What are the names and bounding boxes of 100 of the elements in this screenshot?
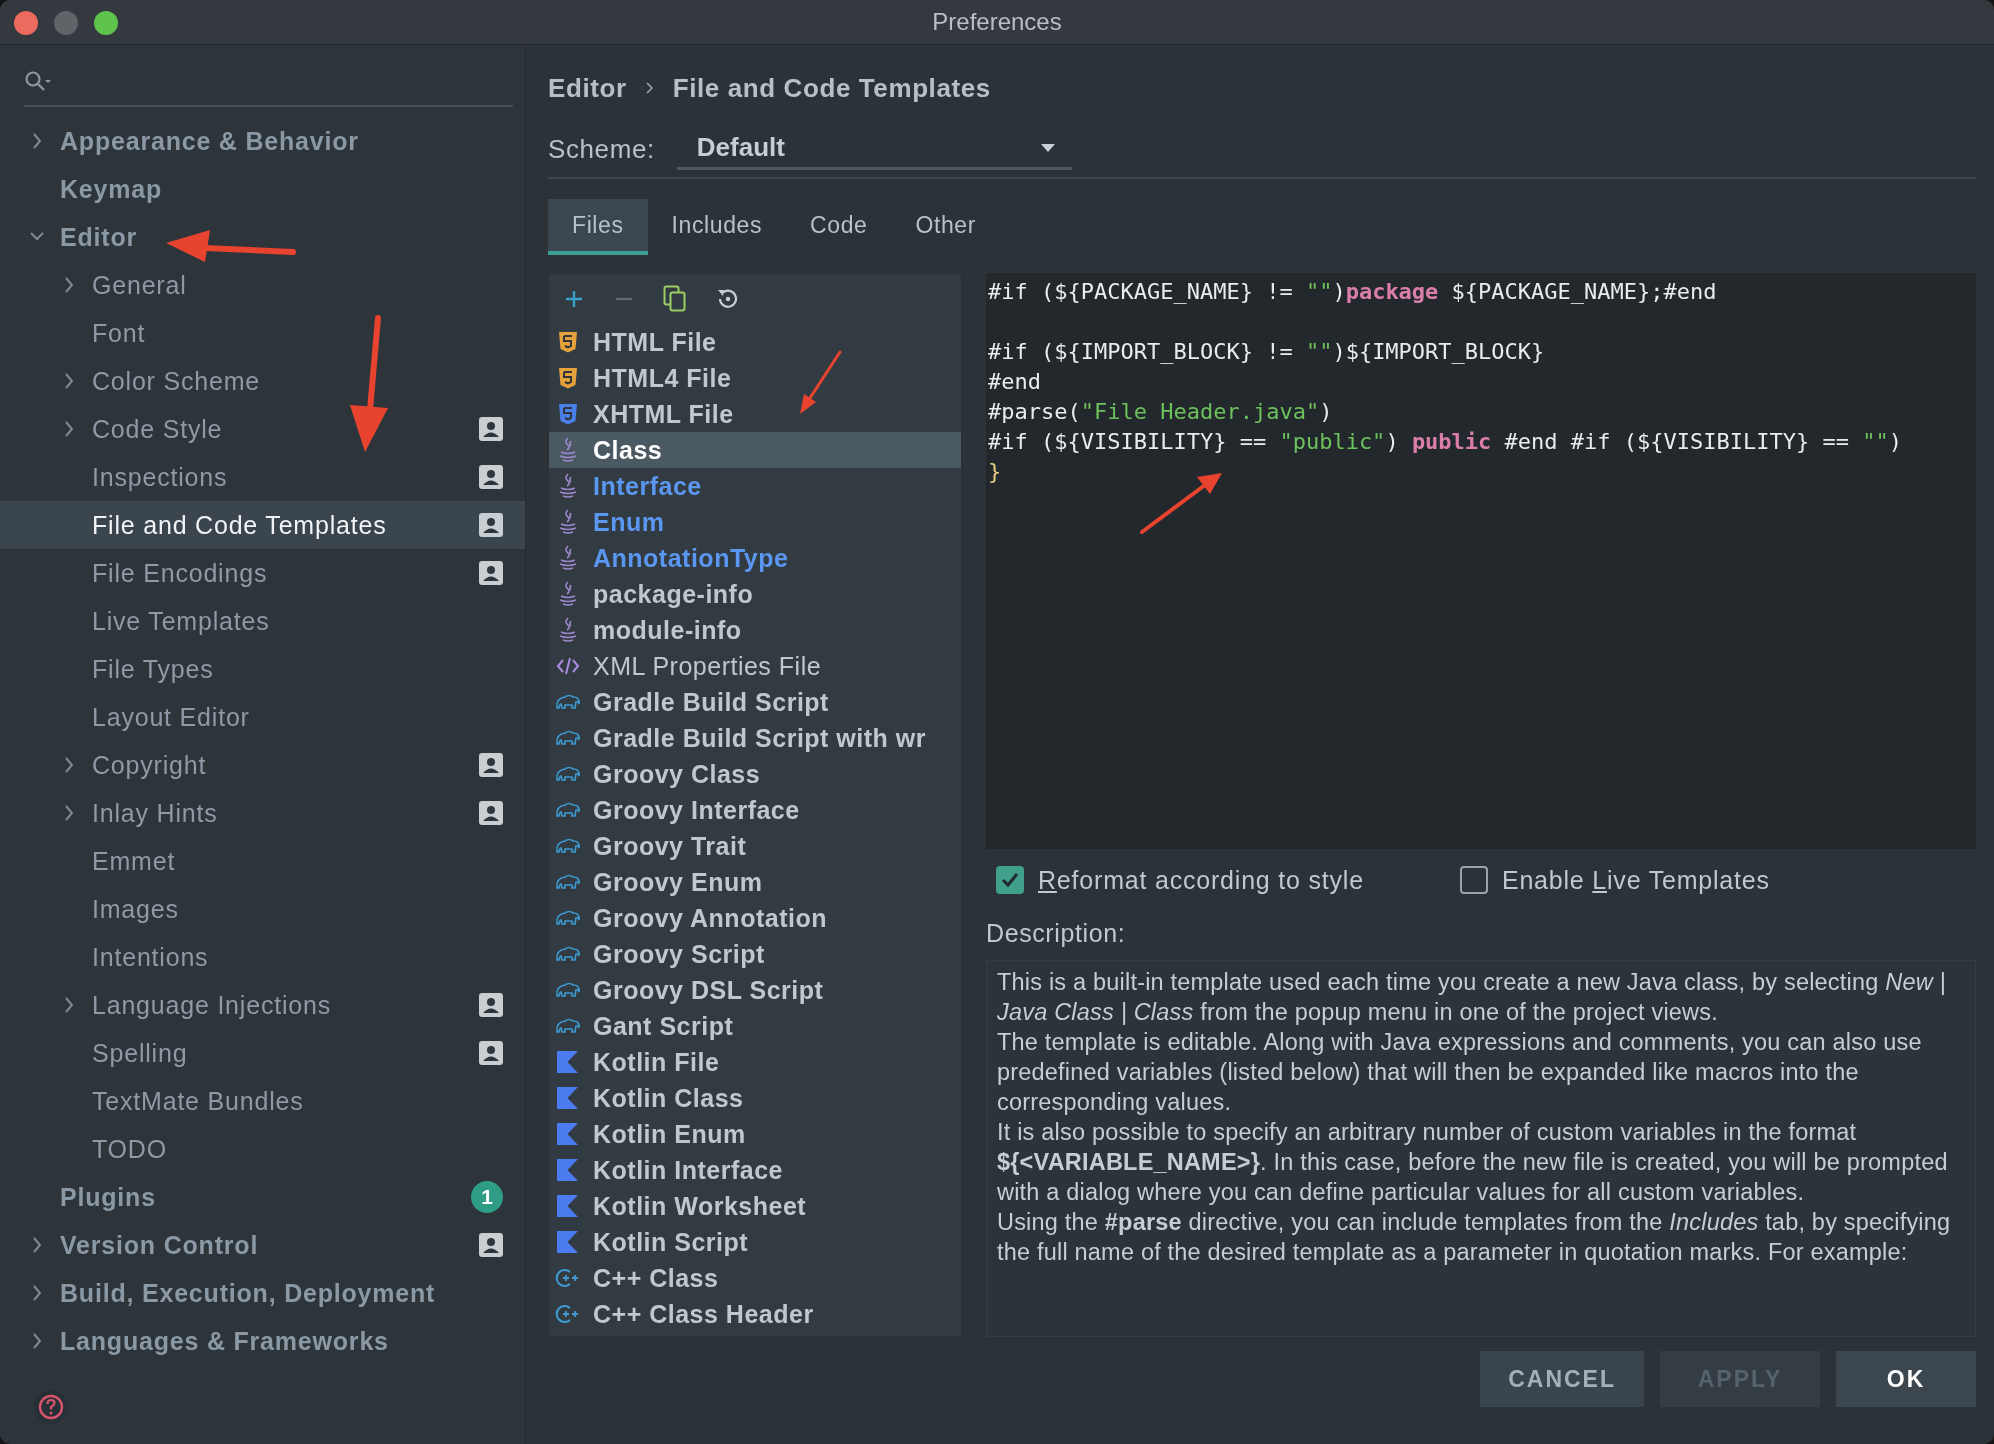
tree-item-label: Language Injections xyxy=(92,990,331,1020)
template-name: HTML4 File xyxy=(593,363,732,393)
settings-tree-item[interactable]: Intentions xyxy=(0,933,525,981)
template-name: Groovy Class xyxy=(593,759,761,789)
template-name: Kotlin Interface xyxy=(593,1155,783,1185)
close-button[interactable] xyxy=(14,11,38,35)
kotlin-logo-icon xyxy=(555,1231,581,1253)
settings-tree-item[interactable]: Inspections xyxy=(0,453,525,501)
description-label: Description: xyxy=(986,919,1127,948)
settings-tree-item[interactable]: Spelling xyxy=(0,1029,525,1077)
zoom-button[interactable] xyxy=(94,11,118,35)
settings-tree-item[interactable]: Version Control xyxy=(0,1221,525,1269)
dialog-button[interactable]: CANCEL xyxy=(1480,1351,1644,1407)
elephant-icon xyxy=(555,980,581,1000)
template-list-item[interactable]: Gant Script xyxy=(549,1008,961,1044)
template-list-item[interactable]: C++ Class Header xyxy=(549,1296,961,1332)
template-list-item[interactable]: Groovy Trait xyxy=(549,828,961,864)
chevron-icon xyxy=(644,81,655,95)
tree-item-label: Inspections xyxy=(92,462,228,492)
settings-tree-item[interactable]: Font xyxy=(0,309,525,357)
template-list-item[interactable]: AnnotationType xyxy=(549,540,961,576)
code-editor[interactable] xyxy=(986,273,1976,849)
template-name: Kotlin File xyxy=(593,1047,720,1077)
kotlin-logo-icon xyxy=(555,1087,581,1109)
template-name: Groovy Annotation xyxy=(593,903,827,933)
template-list-item[interactable]: package-info xyxy=(549,576,961,612)
settings-tree-item[interactable]: TextMate Bundles xyxy=(0,1077,525,1125)
kotlin-logo-icon xyxy=(555,1159,581,1181)
dialog-button[interactable]: OK xyxy=(1836,1351,1976,1407)
template-list-item[interactable]: Class xyxy=(549,432,961,468)
settings-tree-item[interactable]: File Types xyxy=(0,645,525,693)
kotlin-logo-icon xyxy=(555,1123,581,1145)
minimize-button[interactable] xyxy=(54,11,78,35)
annotation-arrow xyxy=(800,350,842,414)
tab[interactable]: Files xyxy=(548,199,648,255)
template-name: Kotlin Class xyxy=(593,1083,744,1113)
settings-tree-item[interactable]: Language Injections xyxy=(0,981,525,1029)
settings-tree-item[interactable]: Emmet xyxy=(0,837,525,885)
checkbox[interactable] xyxy=(996,866,1024,894)
add-icon[interactable] xyxy=(563,288,585,310)
template-list-item[interactable]: module-info xyxy=(549,612,961,648)
settings-tree-item[interactable]: Images xyxy=(0,885,525,933)
template-list-item[interactable]: HTML4 File xyxy=(549,360,961,396)
template-name: AnnotationType xyxy=(593,543,789,573)
tab[interactable]: Includes xyxy=(647,199,787,255)
elephant-icon xyxy=(555,728,581,748)
settings-tree-item[interactable]: File Encodings xyxy=(0,549,525,597)
tab[interactable]: Code xyxy=(786,199,892,255)
template-list-item[interactable]: Kotlin Class xyxy=(549,1080,961,1116)
settings-tree-item[interactable]: Build, Execution, Deployment xyxy=(0,1269,525,1317)
template-list-item[interactable]: Interface xyxy=(549,468,961,504)
help-icon[interactable] xyxy=(32,1388,70,1426)
template-name: Groovy Enum xyxy=(593,867,763,897)
template-list-item[interactable]: Kotlin Worksheet xyxy=(549,1188,961,1224)
settings-tree-item[interactable]: Keymap xyxy=(0,165,525,213)
tree-item-label: Editor xyxy=(60,222,138,252)
settings-tree-item[interactable]: Languages & Frameworks xyxy=(0,1317,525,1365)
template-list-item[interactable]: Groovy Annotation xyxy=(549,900,961,936)
template-list-item[interactable]: XML Properties File xyxy=(549,648,961,684)
template-list-item[interactable]: C++ Class xyxy=(549,1260,961,1296)
settings-tree-item[interactable]: Appearance & Behavior xyxy=(0,117,525,165)
scheme-dropdown[interactable]: Default xyxy=(676,128,1072,170)
tree-item-label: Languages & Frameworks xyxy=(60,1326,389,1356)
settings-tree-item[interactable]: Copyright xyxy=(0,741,525,789)
breadcrumb-item[interactable]: Editor xyxy=(548,72,627,104)
template-list-item[interactable]: Groovy Enum xyxy=(549,864,961,900)
settings-tree-item[interactable]: Inlay Hints xyxy=(0,789,525,837)
settings-tree-item[interactable]: Editor xyxy=(0,213,525,261)
template-list-item[interactable]: Kotlin Interface xyxy=(549,1152,961,1188)
template-list-item[interactable]: Groovy Interface xyxy=(549,792,961,828)
update-count-badge: 1 xyxy=(471,1181,503,1213)
template-list-item[interactable]: Groovy Class xyxy=(549,756,961,792)
template-name: C++ Class xyxy=(593,1263,719,1293)
template-list-item[interactable]: Enum xyxy=(549,504,961,540)
settings-tree-item[interactable]: Color Scheme xyxy=(0,357,525,405)
template-list-item[interactable]: XHTML File xyxy=(549,396,961,432)
copy-icon[interactable] xyxy=(663,285,687,313)
checkbox[interactable] xyxy=(1459,866,1488,894)
tab[interactable]: Other xyxy=(891,199,1000,255)
template-name: Groovy Script xyxy=(593,939,765,969)
tree-item-label: General xyxy=(92,270,187,300)
template-list-item[interactable]: Kotlin Enum xyxy=(549,1116,961,1152)
template-list-item[interactable]: Kotlin File xyxy=(549,1044,961,1080)
settings-tree-item[interactable]: Live Templates xyxy=(0,597,525,645)
settings-tree-item[interactable]: General xyxy=(0,261,525,309)
settings-tree-item[interactable]: TODO xyxy=(0,1125,525,1173)
settings-tree-item[interactable]: File and Code Templates xyxy=(0,501,525,549)
template-list-item[interactable]: Groovy Script xyxy=(549,936,961,972)
checkbox-label[interactable]: Reformat according to style xyxy=(1038,865,1364,895)
template-list-item[interactable]: HTML File xyxy=(549,324,961,360)
settings-tree-item[interactable]: Plugins 1 xyxy=(0,1173,525,1221)
template-list-item[interactable]: Gradle Build Script xyxy=(549,684,961,720)
template-list-item[interactable]: Groovy DSL Script xyxy=(549,972,961,1008)
checkbox-label[interactable]: Enable Live Templates xyxy=(1501,865,1770,895)
settings-tree-item[interactable]: Layout Editor xyxy=(0,693,525,741)
template-name: Interface xyxy=(593,471,702,501)
template-list-item[interactable]: Gradle Build Script with wr xyxy=(549,720,961,756)
template-list-item[interactable]: Kotlin Script xyxy=(549,1224,961,1260)
code-line: #if (${IMPORT_BLOCK} != "")${IMPORT_BLOCK} xyxy=(988,339,1545,364)
template-name: Groovy DSL Script xyxy=(593,975,824,1005)
